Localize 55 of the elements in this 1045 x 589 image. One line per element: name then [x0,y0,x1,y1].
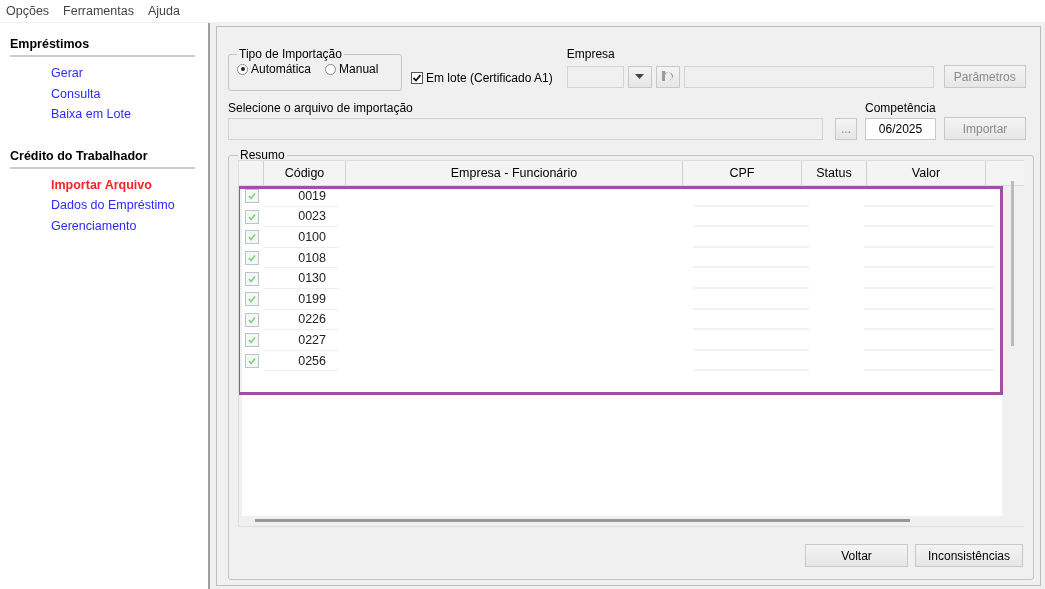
sidebar-link[interactable]: Baixa em Lote [51,106,131,123]
row-checkbox[interactable] [245,189,259,204]
row-checkbox[interactable] [245,292,259,307]
row-checkbox[interactable] [245,354,259,369]
menu-item[interactable]: Opções [6,4,50,18]
section-title: Crédito do Trabalhador [10,148,148,163]
column-header[interactable]: Empresa - Funcionário [346,161,683,185]
table-cell: 0108 [264,247,338,269]
row-checkbox[interactable] [245,271,259,286]
column-header[interactable]: Valor [867,161,986,185]
column-header[interactable]: CPF [683,161,802,185]
dropdown-button[interactable] [627,65,652,88]
field-label: Competência [865,101,936,115]
column-header[interactable]: Status [802,161,867,185]
checkbox-label: Em lote (Certificado A1) [426,71,553,85]
group-title: Resumo [239,148,286,162]
caret-icon [635,74,645,79]
sidebar-link[interactable]: Dados do Empréstimo [51,197,175,214]
radio-label: Automática [251,62,312,76]
row-checkbox[interactable] [245,251,259,266]
row-checkbox[interactable] [245,230,259,245]
dialog-button[interactable]: Voltar [805,544,908,567]
table-cell: 0019 [264,186,338,207]
dialog-button[interactable]: Inconsistências [915,544,1023,567]
radio-label: Manual [339,62,379,76]
table-cell: 0023 [264,206,338,228]
table-cell: 0226 [264,309,338,331]
row-checkbox[interactable] [245,312,259,327]
menu-item[interactable]: Ferramentas [63,4,134,18]
row-checkbox[interactable] [245,333,259,348]
row-checkbox[interactable] [245,209,259,224]
vertical-scrollbar[interactable] [1011,181,1014,346]
column-header[interactable]: Código [264,161,346,185]
field-label: Selecione o arquivo de importação [228,101,414,115]
menu-item[interactable]: Ajuda [147,4,180,18]
horizontal-scrollbar[interactable] [255,519,910,522]
sidebar-link[interactable]: Gerar [51,65,83,82]
sidebar-link[interactable]: Gerenciamento [51,217,137,234]
company-name-field[interactable] [683,65,934,88]
sidebar-link[interactable]: Importar Arquivo [51,176,152,193]
table-cell: 0256 [264,350,338,372]
sidebar-link[interactable]: Consulta [51,85,101,102]
period-field[interactable]: 06/2025 [865,118,936,140]
radio-button[interactable] [237,63,248,75]
checkbox[interactable] [411,72,423,84]
table-cell: 0100 [264,227,338,248]
radio-button[interactable] [325,63,337,75]
section-title: Empréstimos [10,37,90,51]
table-cell: 0199 [264,288,338,310]
table-cell: 0227 [264,330,338,351]
group-title: Tipo de Importação [238,47,343,61]
checkmark-icon [412,73,422,83]
table-cell: 0130 [264,268,338,289]
field-label: Empresa [566,47,616,61]
file-path-field[interactable] [228,118,823,140]
